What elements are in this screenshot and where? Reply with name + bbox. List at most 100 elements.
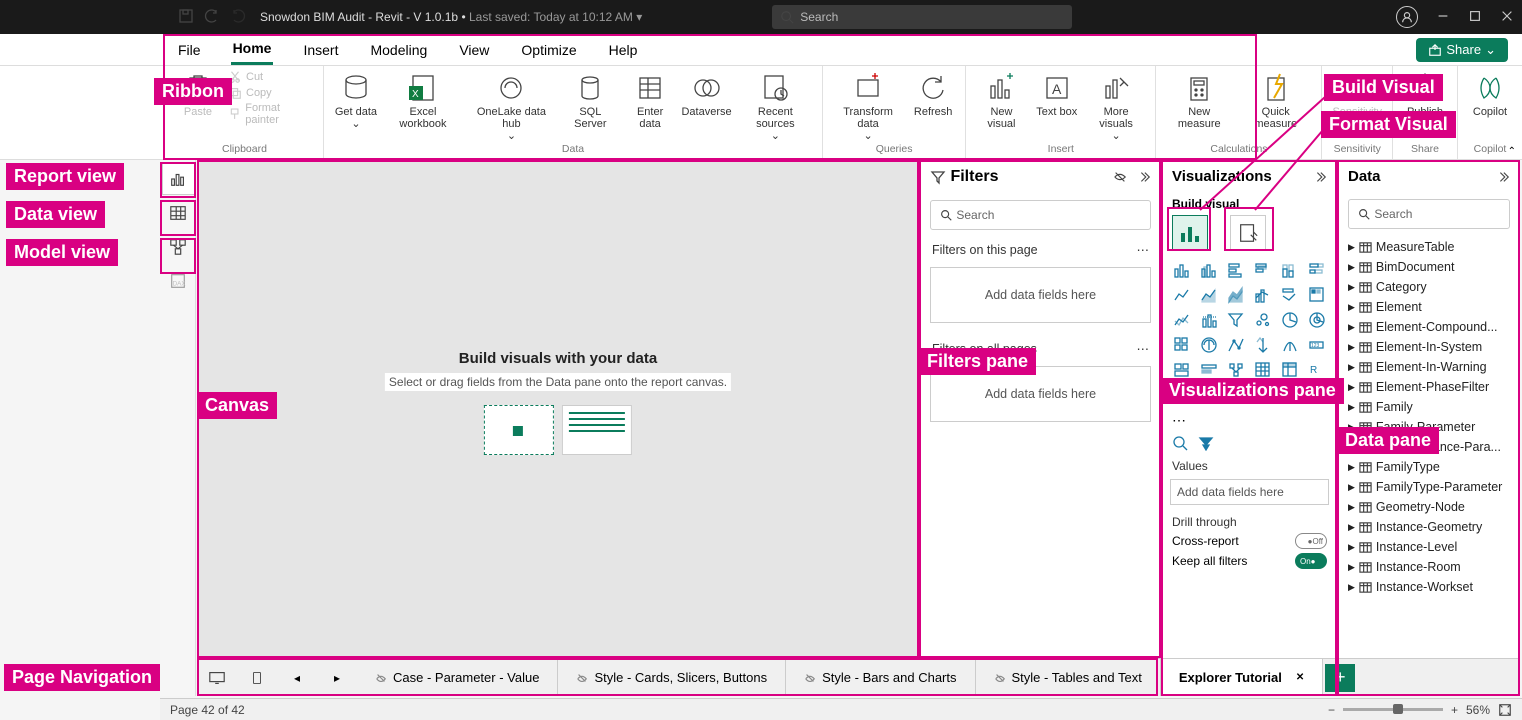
excel-button[interactable]: XExcel workbook xyxy=(386,70,460,142)
viz-type-4[interactable] xyxy=(1278,259,1302,281)
drill-icon[interactable] xyxy=(1198,435,1214,451)
undo-icon[interactable] xyxy=(204,8,220,27)
viz-type-2[interactable] xyxy=(1224,259,1248,281)
data-view-button[interactable] xyxy=(162,197,194,229)
account-icon[interactable] xyxy=(1396,6,1418,28)
table-BimDocument[interactable]: ▶BimDocument xyxy=(1342,257,1516,277)
values-drop[interactable]: Add data fields here xyxy=(1170,479,1329,505)
data-search[interactable]: Search xyxy=(1348,199,1510,229)
table-MeasureTable[interactable]: ▶MeasureTable xyxy=(1342,237,1516,257)
collapse-icon[interactable] xyxy=(1313,170,1327,184)
viz-type-7[interactable] xyxy=(1197,284,1221,306)
dax-view-button[interactable]: DAX xyxy=(162,265,194,297)
viz-type-18[interactable] xyxy=(1170,334,1194,356)
table-Instance-Geometry[interactable]: ▶Instance-Geometry xyxy=(1342,517,1516,537)
viz-type-1[interactable] xyxy=(1197,259,1221,281)
viz-type-21[interactable] xyxy=(1251,334,1275,356)
table-FamilyType-Parameter[interactable]: ▶FamilyType-Parameter xyxy=(1342,477,1516,497)
cross-report-toggle[interactable]: ● Off xyxy=(1295,533,1327,549)
onelake-button[interactable]: OneLake data hub ⌄ xyxy=(468,70,555,142)
ribbon-collapse-icon[interactable]: ⌃ xyxy=(1508,146,1516,157)
table-Instance-Level[interactable]: ▶Instance-Level xyxy=(1342,537,1516,557)
refresh-button[interactable]: Refresh xyxy=(911,70,955,142)
copilot-button[interactable]: Copilot xyxy=(1468,70,1512,118)
more-icon[interactable]: ⋯ xyxy=(1137,341,1150,356)
viz-type-19[interactable] xyxy=(1197,334,1221,356)
enter-data-button[interactable]: Enter data xyxy=(626,70,675,142)
viz-type-23[interactable]: 123 xyxy=(1305,334,1329,356)
page-tab[interactable]: Style - Tables and Text xyxy=(976,659,1161,696)
tab-view[interactable]: View xyxy=(457,36,491,64)
get-data-button[interactable]: Get data ⌄ xyxy=(334,70,378,142)
viz-type-13[interactable] xyxy=(1197,309,1221,331)
more-visuals-icon[interactable]: ⋯ xyxy=(1162,408,1337,433)
tab-insert[interactable]: Insert xyxy=(301,36,340,64)
viz-type-0[interactable] xyxy=(1170,259,1194,281)
viz-type-12[interactable] xyxy=(1170,309,1194,331)
save-icon[interactable] xyxy=(178,8,194,27)
page-tab[interactable]: Style - Cards, Slicers, Buttons xyxy=(558,659,786,696)
mobile-layout-icon[interactable] xyxy=(237,659,277,696)
format-visual-mode[interactable] xyxy=(1230,215,1266,251)
tab-help[interactable]: Help xyxy=(607,36,640,64)
viz-type-16[interactable] xyxy=(1278,309,1302,331)
more-visuals-button[interactable]: More visuals ⌄ xyxy=(1087,70,1146,142)
table-FamilyType[interactable]: ▶FamilyType xyxy=(1342,457,1516,477)
table-Family[interactable]: ▶Family xyxy=(1342,397,1516,417)
tab-modeling[interactable]: Modeling xyxy=(368,36,429,64)
filters-page-drop[interactable]: Add data fields here xyxy=(930,267,1151,323)
share-button[interactable]: Share ⌄ xyxy=(1416,38,1508,62)
viz-type-6[interactable] xyxy=(1170,284,1194,306)
filters-search[interactable]: Search xyxy=(930,200,1151,230)
new-visual-button[interactable]: New visual xyxy=(976,70,1027,142)
dataverse-button[interactable]: Dataverse xyxy=(682,70,730,142)
table-Category[interactable]: ▶Category xyxy=(1342,277,1516,297)
viz-type-8[interactable] xyxy=(1224,284,1248,306)
zoom-in-icon[interactable]: + xyxy=(1451,703,1458,717)
hide-icon[interactable] xyxy=(1113,170,1127,184)
viz-type-10[interactable] xyxy=(1278,284,1302,306)
next-page-icon[interactable]: ▸ xyxy=(317,659,357,696)
maximize-icon[interactable] xyxy=(1468,9,1482,26)
table-Element-In-Warning[interactable]: ▶Element-In-Warning xyxy=(1342,357,1516,377)
fit-page-icon[interactable] xyxy=(1498,703,1512,717)
table-Instance-Room[interactable]: ▶Instance-Room xyxy=(1342,557,1516,577)
tab-optimize[interactable]: Optimize xyxy=(519,36,578,64)
viz-type-22[interactable] xyxy=(1278,334,1302,356)
viz-type-15[interactable] xyxy=(1251,309,1275,331)
close-icon[interactable] xyxy=(1500,9,1514,26)
sql-button[interactable]: SQL Server xyxy=(563,70,618,142)
redo-icon[interactable] xyxy=(230,8,246,27)
zoom-slider[interactable] xyxy=(1343,708,1443,711)
table-Element-PhaseFilter[interactable]: ▶Element-PhaseFilter xyxy=(1342,377,1516,397)
report-canvas[interactable]: Build visuals with your data Select or d… xyxy=(197,160,919,658)
search-visual-icon[interactable] xyxy=(1172,435,1188,451)
more-icon[interactable]: ⋯ xyxy=(1137,242,1150,257)
collapse-icon[interactable] xyxy=(1496,170,1510,184)
minimize-icon[interactable] xyxy=(1436,9,1450,26)
tab-file[interactable]: File xyxy=(176,36,203,64)
page-tab[interactable]: Case - Parameter - Value xyxy=(357,659,558,696)
viz-type-5[interactable] xyxy=(1305,259,1329,281)
page-tab[interactable]: Style - Bars and Charts xyxy=(786,659,975,696)
keep-filters-toggle[interactable]: On ● xyxy=(1295,553,1327,569)
global-search[interactable]: Search xyxy=(772,5,1072,29)
table-Geometry-Node[interactable]: ▶Geometry-Node xyxy=(1342,497,1516,517)
tab-home[interactable]: Home xyxy=(231,34,274,65)
viz-type-20[interactable] xyxy=(1224,334,1248,356)
add-page-button[interactable]: + xyxy=(1325,664,1355,692)
viz-type-14[interactable] xyxy=(1224,309,1248,331)
desktop-layout-icon[interactable] xyxy=(197,659,237,696)
viz-type-17[interactable] xyxy=(1305,309,1329,331)
quick-measure-button[interactable]: Quick measure xyxy=(1240,70,1311,130)
model-view-button[interactable] xyxy=(162,231,194,263)
collapse-icon[interactable] xyxy=(1137,170,1151,184)
table-Element-In-System[interactable]: ▶Element-In-System xyxy=(1342,337,1516,357)
text-box-button[interactable]: AText box xyxy=(1035,70,1079,142)
table-Element-Compound...[interactable]: ▶Element-Compound... xyxy=(1342,317,1516,337)
table-Instance-Workset[interactable]: ▶Instance-Workset xyxy=(1342,577,1516,597)
transform-data-button[interactable]: Transform data ⌄ xyxy=(833,70,903,142)
page-tab[interactable]: Explorer Tutorial✕ xyxy=(1161,659,1323,696)
table-Element[interactable]: ▶Element xyxy=(1342,297,1516,317)
viz-type-9[interactable] xyxy=(1251,284,1275,306)
